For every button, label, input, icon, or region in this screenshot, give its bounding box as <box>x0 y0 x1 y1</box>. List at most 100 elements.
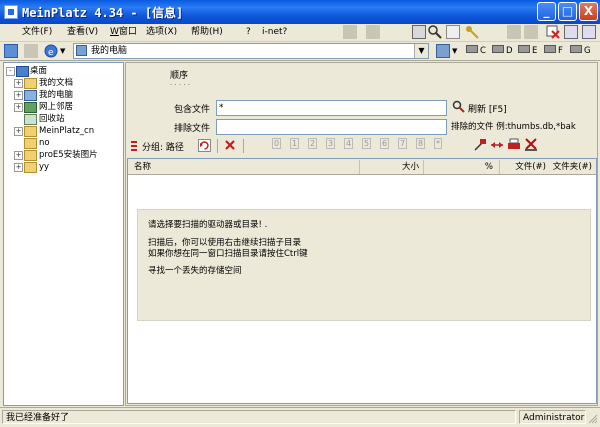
level-all-button[interactable]: * <box>434 138 452 152</box>
status-text: 我已经准备好了 <box>2 410 516 424</box>
computer-icon <box>76 45 87 56</box>
excluded-files-hint: 排除的文件 例:thumbs.db,*bak <box>451 122 576 132</box>
menu-options[interactable]: 选项(X) <box>146 25 177 40</box>
level-7-button[interactable]: 7 <box>398 138 416 152</box>
level-2-button[interactable]: 2 <box>308 138 326 152</box>
status-user: Administrator <box>519 410 586 424</box>
tile-icon[interactable] <box>564 25 578 39</box>
expand-icon[interactable]: + <box>14 163 23 172</box>
drive-select[interactable]: 我的电脑 ▼ <box>73 43 429 59</box>
message-line-1: 请选择要扫描的驱动器或目录! . <box>148 220 268 230</box>
menu-window[interactable]: W窗口 <box>110 25 137 40</box>
recycle-bin-icon <box>24 114 37 125</box>
close-button[interactable]: X <box>579 2 598 21</box>
group-by-label: 分组: 路径 <box>142 143 184 153</box>
level-8-button[interactable]: 8 <box>416 138 434 152</box>
disabled-icon-2 <box>524 25 538 39</box>
disabled-icon <box>507 25 521 39</box>
drive-c-button[interactable]: C <box>466 45 486 56</box>
info-message-box: 请选择要扫描的驱动器或目录! . 扫描后，你可以使用右击继续扫描子目录 如果你想… <box>137 209 591 321</box>
hard-drive-icon <box>466 45 478 53</box>
expand-icon[interactable]: + <box>14 127 23 136</box>
refresh-button[interactable]: 刷新 [F5] <box>468 102 507 115</box>
minimize-button[interactable]: _ <box>537 2 556 21</box>
folder-icon <box>24 138 37 149</box>
folder-icon <box>24 162 37 173</box>
menu-help[interactable]: 帮助(H) <box>191 25 223 40</box>
key-icon[interactable] <box>465 25 479 39</box>
column-name[interactable]: 名称 <box>128 160 360 174</box>
cascade-icon[interactable] <box>582 25 596 39</box>
level-0-button[interactable]: 0 <box>272 138 290 152</box>
swap-arrows-icon[interactable] <box>490 138 504 152</box>
drive-f-button[interactable]: F <box>544 45 563 56</box>
up-folder-icon <box>24 44 38 58</box>
network-icon <box>24 102 37 113</box>
folder-tree[interactable]: - 桌面 + 我的文档 + 我的电脑 + 网上邻居 回收站 + MeinPlat… <box>3 62 124 406</box>
level-1-button[interactable]: 1 <box>290 138 308 152</box>
drive-e-button[interactable]: E <box>518 45 537 56</box>
pin-icon[interactable] <box>473 138 487 152</box>
ie-dropdown-arrow[interactable]: ▼ <box>60 47 65 55</box>
find-icon[interactable] <box>428 25 442 39</box>
list-header: 名称 大小 % 文件(#) 文件夹(#) <box>128 159 596 175</box>
collapse-icon[interactable]: - <box>6 67 15 76</box>
delete-window-icon[interactable] <box>546 25 560 39</box>
expand-icon[interactable]: + <box>14 79 23 88</box>
level-3-button[interactable]: 3 <box>326 138 344 152</box>
menu-file[interactable]: 文件(F) <box>22 25 52 40</box>
computer-icon-2[interactable] <box>436 44 450 58</box>
documents-folder-icon <box>24 78 37 89</box>
column-folders[interactable]: 文件夹(#) <box>538 160 596 174</box>
svg-text:e: e <box>48 48 54 58</box>
title-bar[interactable]: MeinPlatz 4.34 - [信息] _ □ X <box>0 0 600 24</box>
expand-icon[interactable]: + <box>14 103 23 112</box>
tree-view-icon[interactable] <box>4 44 18 58</box>
refresh-icon[interactable] <box>452 100 465 113</box>
status-bar: 我已经准备好了 Administrator <box>0 407 600 426</box>
group-icon <box>131 140 139 152</box>
printer-icon[interactable] <box>507 138 521 152</box>
column-percent[interactable]: % <box>424 160 500 174</box>
exclude-files-input[interactable] <box>216 119 447 135</box>
separator <box>217 139 218 153</box>
level-5-button[interactable]: 5 <box>362 138 380 152</box>
delete-icon[interactable] <box>524 137 538 152</box>
folder-icon <box>24 150 37 161</box>
expand-icon[interactable]: + <box>14 91 23 100</box>
expand-icon[interactable]: + <box>14 151 23 160</box>
level-4-button[interactable]: 4 <box>344 138 362 152</box>
group-path-button[interactable] <box>198 139 211 152</box>
print-icon[interactable] <box>412 25 426 39</box>
inet-link[interactable]: i-net? <box>262 25 287 40</box>
menu-bar: 文件(F) 查看(V) W窗口 选项(X) 帮助(H) ? i-net? <box>0 24 600 41</box>
desktop-icon <box>16 66 29 77</box>
separator <box>243 139 244 153</box>
drive-select-value: 我的电脑 <box>91 46 128 56</box>
level-6-button[interactable]: 6 <box>380 138 398 152</box>
cancel-icon[interactable] <box>224 139 236 151</box>
order-label: 顺序 <box>170 71 189 81</box>
drive-g-button[interactable]: G <box>570 45 591 56</box>
ie-icon[interactable]: e <box>44 44 58 58</box>
menu-view[interactable]: 查看(V) <box>67 25 98 40</box>
help-icon[interactable]: ? <box>246 25 251 40</box>
file-list[interactable]: 名称 大小 % 文件(#) 文件夹(#) 请选择要扫描的驱动器或目录! . 扫描… <box>127 158 597 404</box>
message-line-3: 如果你想在同一窗口扫描目录请按住Ctrl键 <box>148 249 308 259</box>
include-label: 包含文件 <box>174 105 211 115</box>
hard-drive-icon <box>544 45 556 53</box>
app-icon <box>4 5 18 19</box>
address-bar: e ▼ 我的电脑 ▼ ▼ C D E F G <box>0 41 600 61</box>
chevron-down-icon[interactable]: ▼ <box>414 44 428 58</box>
computer-icon <box>24 90 37 101</box>
include-files-input[interactable]: * <box>216 100 447 116</box>
maximize-button[interactable]: □ <box>558 2 577 21</box>
document-icon[interactable] <box>446 25 460 39</box>
computer-dropdown-arrow[interactable]: ▼ <box>452 47 457 55</box>
column-size[interactable]: 大小 <box>360 160 424 174</box>
message-line-4: 寻找一个丢失的存储空间 <box>148 266 242 276</box>
disabled-forward-icon <box>366 25 380 39</box>
drive-d-button[interactable]: D <box>492 45 513 56</box>
resize-grip-icon[interactable] <box>588 414 598 424</box>
exclude-label: 排除文件 <box>174 124 211 134</box>
